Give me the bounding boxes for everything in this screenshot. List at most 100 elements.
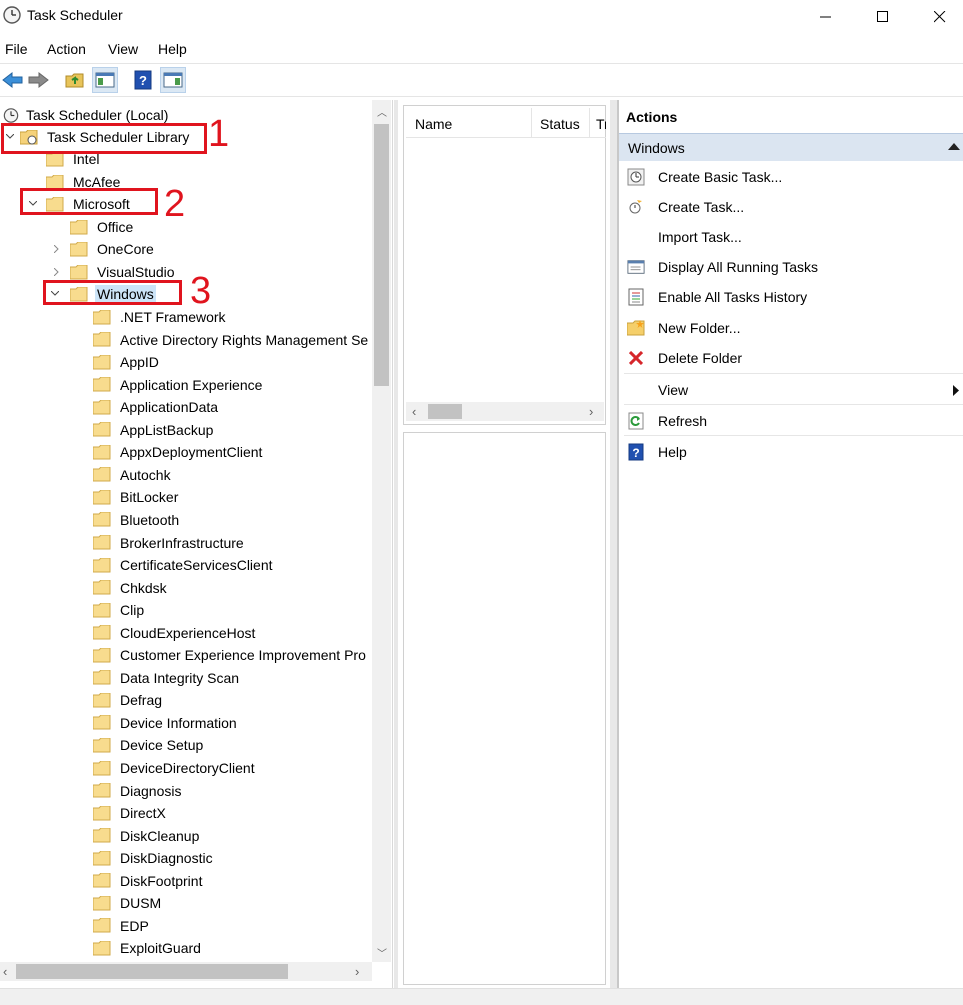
tree-item-windows-child[interactable]: Bluetooth <box>93 509 181 531</box>
tree-item-windows-child[interactable]: Defrag <box>93 689 164 711</box>
action-label: Import Task... <box>658 229 742 245</box>
collapse-icon[interactable] <box>948 142 960 150</box>
folder-icon <box>70 264 88 279</box>
action-help[interactable]: ? Help <box>619 438 963 466</box>
tree-item-windows-child[interactable]: Clip <box>93 599 146 621</box>
tree-item-windows-child[interactable]: DUSM <box>93 892 163 914</box>
action-delete-folder[interactable]: Delete Folder <box>619 344 963 372</box>
task-details-pane <box>403 432 606 985</box>
tree-item-windows-child[interactable]: DirectX <box>93 802 168 824</box>
action-pane-button[interactable] <box>160 67 186 93</box>
scroll-thumb[interactable] <box>374 124 389 386</box>
actions-section-windows[interactable]: Windows <box>619 133 963 161</box>
folder-icon <box>93 557 111 573</box>
action-import-task[interactable]: Import Task... <box>619 223 963 251</box>
tree-item-windows-child[interactable]: DiskDiagnostic <box>93 847 215 869</box>
tree-item-windows-child[interactable]: DeviceDirectoryClient <box>93 757 257 779</box>
tree-item-windows-child[interactable]: Chkdsk <box>93 577 169 599</box>
tree-item-windows-child[interactable]: AppListBackup <box>93 419 215 441</box>
tree-item-windows-child[interactable]: EDP <box>93 915 151 937</box>
horizontal-scrollbar[interactable]: ‹ › <box>0 962 372 981</box>
tree-item-windows-child[interactable]: ApplicationData <box>93 396 220 418</box>
tree-label: Task Scheduler (Local) <box>26 107 169 123</box>
folder-icon <box>93 670 111 685</box>
action-enable-tasks-history[interactable]: Enable All Tasks History <box>619 283 963 311</box>
svg-text:?: ? <box>139 73 147 88</box>
column-triggers[interactable]: Tr <box>596 116 606 132</box>
annotation-box <box>1 123 207 154</box>
action-refresh[interactable]: Refresh <box>619 407 963 435</box>
tree-item-windows-child[interactable]: CloudExperienceHost <box>93 622 257 644</box>
action-new-folder[interactable]: New Folder... <box>619 314 963 342</box>
tree-item-windows-child[interactable]: Device Information <box>93 712 239 734</box>
tree-label: Defrag <box>120 692 163 709</box>
task-list[interactable] <box>403 105 606 425</box>
tree-item-office[interactable]: Office <box>70 216 135 238</box>
menu-view[interactable]: View <box>108 41 138 57</box>
action-create-basic-task[interactable]: Create Basic Task... <box>619 163 963 191</box>
tree-item-windows-child[interactable]: Data Integrity Scan <box>93 667 241 689</box>
scroll-left-icon[interactable]: ‹ <box>3 964 7 979</box>
tree-item-windows-child[interactable]: BrokerInfrastructure <box>93 532 246 554</box>
delete-icon <box>627 349 645 367</box>
folder-icon <box>70 241 88 256</box>
list-header: Name Status Tr <box>406 108 606 138</box>
up-folder-button[interactable] <box>62 67 88 93</box>
menu-help[interactable]: Help <box>158 41 187 57</box>
tree-item-windows-child[interactable]: Active Directory Rights Management Se <box>93 329 370 351</box>
svg-text:?: ? <box>632 446 639 460</box>
maximize-button[interactable] <box>854 0 912 33</box>
tree-item-windows-child[interactable]: DiskCleanup <box>93 825 201 847</box>
folder-icon <box>93 828 111 843</box>
tree-label: DeviceDirectoryClient <box>120 760 255 776</box>
column-separator[interactable] <box>531 108 532 138</box>
menu-file[interactable]: File <box>5 41 28 57</box>
minimize-button[interactable] <box>797 0 855 33</box>
tree-label: DiskFootprint <box>120 872 203 889</box>
scroll-right-icon[interactable]: › <box>589 404 593 419</box>
action-create-task[interactable]: Create Task... <box>619 193 963 221</box>
scroll-down-icon[interactable]: ﹀ <box>377 945 387 960</box>
scroll-thumb[interactable] <box>16 964 288 979</box>
tree-item-windows-child[interactable]: Customer Experience Improvement Pro <box>93 644 368 666</box>
action-label: Help <box>658 444 687 460</box>
forward-button[interactable] <box>25 67 51 93</box>
scroll-left-icon[interactable]: ‹ <box>412 404 416 419</box>
tree-item-windows-child[interactable]: Autochk <box>93 464 173 486</box>
chevron-right-icon[interactable] <box>51 243 63 255</box>
annotation-box <box>20 188 158 215</box>
tree-item-windows-child[interactable]: BitLocker <box>93 486 180 508</box>
action-view[interactable]: View <box>619 376 963 404</box>
tree-item-windows-child[interactable]: DiskFootprint <box>93 870 204 892</box>
tree-item-windows-child[interactable]: Device Setup <box>93 734 205 756</box>
help-toolbar-button[interactable]: ? <box>130 67 156 93</box>
tree-item-onecore[interactable]: OneCore <box>52 238 156 260</box>
list-horizontal-scrollbar[interactable]: ‹ › <box>406 402 604 421</box>
console-tree-button[interactable] <box>92 67 118 93</box>
tree-item-windows-child[interactable]: CertificateServicesClient <box>93 554 275 576</box>
close-button[interactable] <box>911 0 963 33</box>
column-name[interactable]: Name <box>415 116 452 132</box>
tree-label: BitLocker <box>120 489 179 506</box>
scroll-right-icon[interactable]: › <box>355 964 359 979</box>
scroll-thumb[interactable] <box>428 404 462 419</box>
splitter[interactable] <box>610 100 617 988</box>
column-status[interactable]: Status <box>540 116 580 132</box>
action-display-running-tasks[interactable]: Display All Running Tasks <box>619 253 963 281</box>
tree-item-windows-child[interactable]: AppxDeploymentClient <box>93 441 264 463</box>
scroll-up-icon[interactable]: ︿ <box>377 104 387 119</box>
tree-label: ExploitGuard <box>120 940 201 957</box>
back-button[interactable] <box>0 67 26 93</box>
folder-icon <box>93 760 111 775</box>
tree-item-windows-child[interactable]: Application Experience <box>93 374 264 396</box>
menu-action[interactable]: Action <box>47 41 86 57</box>
annotation-number: 1 <box>208 113 230 155</box>
chevron-right-icon[interactable] <box>51 266 63 278</box>
tree-item-windows-child[interactable]: Diagnosis <box>93 780 183 802</box>
actions-header: Actions <box>626 109 678 125</box>
folder-icon <box>93 783 111 798</box>
tree-item-windows-child[interactable]: ExploitGuard <box>93 937 203 959</box>
column-separator[interactable] <box>589 108 590 138</box>
vertical-scrollbar[interactable]: ︿ ﹀ <box>372 100 391 962</box>
tree-item-windows-child[interactable]: AppID <box>93 351 161 373</box>
